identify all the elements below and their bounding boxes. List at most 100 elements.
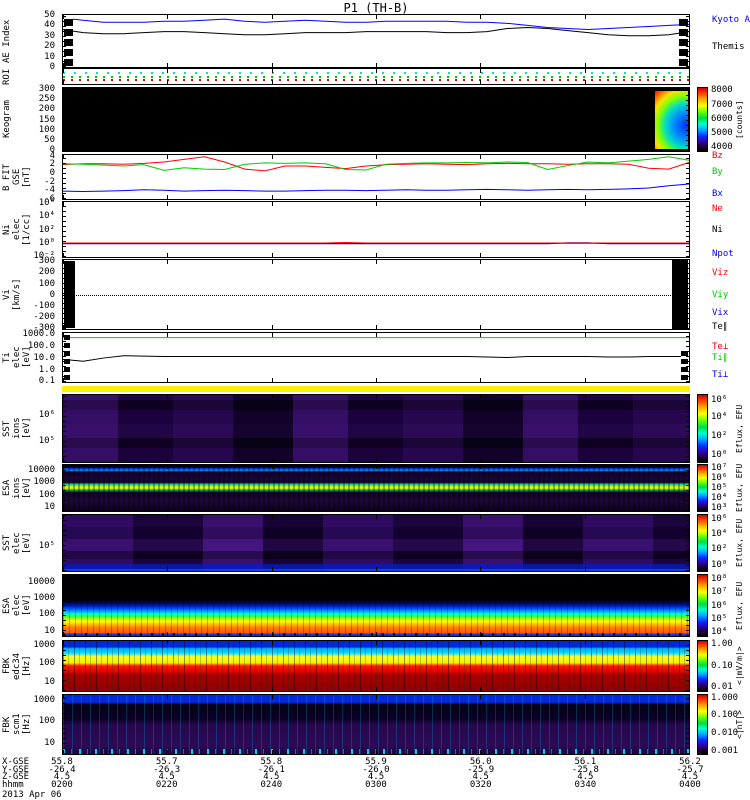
x-tick-mark [480, 567, 482, 571]
tick-label: 10 [44, 52, 55, 63]
tick-label: 10 [44, 737, 55, 748]
legend-label: Kyoto AE [712, 15, 750, 26]
x-tick-mark [167, 15, 169, 19]
x-tick-mark [584, 260, 586, 264]
x-tick-mark [63, 147, 64, 151]
tick-label: 10 [44, 625, 55, 636]
velocity-zero-line [63, 294, 689, 296]
temperature-legend: Te∥ Te⊥ Ti∥ Ti⊥ [712, 322, 750, 383]
x-tick-mark [480, 147, 482, 151]
x-tick-mark [689, 202, 690, 206]
x-tick-mark [376, 147, 377, 151]
x-tick-mark [689, 567, 690, 571]
tick-label: 10⁵ [38, 435, 55, 446]
tick-label: 1.0 [38, 364, 55, 375]
legend-label: Te∥ [712, 322, 728, 333]
x-tick-mark [480, 515, 482, 519]
x-tick-mark [689, 750, 690, 754]
tick-label: 10⁶ [711, 513, 728, 524]
x-tick-mark [167, 750, 169, 754]
x-tick-mark [271, 15, 273, 19]
x-tick-mark [480, 253, 482, 257]
x-tick-mark [167, 333, 169, 337]
legend-label: Bz [712, 150, 723, 161]
x-tick-mark [584, 15, 586, 19]
tick-label: 300 [38, 83, 55, 94]
panel-temperature: Ti elec [eV] 1000.0 100.0 10.0 1.0 0.1 Te∥ Te… [0, 322, 750, 386]
sst-ions-colorbar-unit: Eflux, EFU [735, 404, 744, 453]
x-tick-mark [376, 253, 377, 257]
x-tick-mark [480, 15, 482, 19]
x-tick-mark [63, 260, 64, 264]
tick-label: 10⁴ [711, 412, 728, 423]
tick-label: 10² [711, 544, 728, 555]
x-tick-mark [63, 575, 64, 579]
tick-label: 10⁵ [38, 540, 55, 551]
panel-sst-elec: SST elec [eV] 10⁵ [0, 514, 750, 572]
x-tick-mark [63, 515, 64, 519]
tick-label: 10⁰ [711, 449, 728, 460]
x-tick-mark [480, 80, 482, 84]
x-tick-mark [376, 325, 377, 329]
x-tick-mark [271, 458, 273, 462]
tick-label: 50 [44, 135, 55, 146]
x-tick-mark [167, 465, 169, 469]
tick-label: 20 [44, 41, 55, 52]
x-tick-mark [271, 260, 273, 264]
temperature-gap-left [64, 334, 70, 381]
tick-label: 10⁴ [38, 211, 55, 222]
x-tick-mark [167, 195, 169, 199]
panel-fbk-edc: FBK edc34 [Hz] 1000 100 10 [0, 640, 750, 692]
x-tick-mark [689, 458, 690, 462]
x-tick-mark [376, 465, 377, 469]
x-tick-mark [689, 63, 690, 67]
ae-lines [63, 15, 689, 67]
x-tick-mark [63, 465, 64, 469]
x-tick-mark [271, 155, 273, 159]
x-tick-mark [167, 63, 169, 67]
x-tick-mark [63, 69, 64, 73]
x-tick-mark [167, 575, 169, 579]
axis-row-label: hhmm [2, 779, 24, 790]
x-tick-mark [584, 155, 586, 159]
axis-row-hhmm: hhmm 0200 0220 0240 0300 0320 0340 0400 [2, 780, 701, 790]
x-tick-mark [584, 750, 586, 754]
tick-label: 10 [44, 502, 55, 513]
panel-bfit: B FIT GSE [nT] 4 2 0 -2 -4 -6 Bz By Bx [0, 150, 750, 204]
x-tick-mark [584, 632, 586, 636]
x-tick-mark [480, 458, 482, 462]
x-tick-mark [167, 695, 169, 699]
x-tick-mark [480, 632, 482, 636]
x-tick-mark [271, 695, 273, 699]
esa-elec-yticks: 10000 1000 100 10 [0, 574, 58, 637]
x-tick-mark [480, 750, 482, 754]
x-tick-mark [689, 155, 690, 159]
x-tick-mark [63, 507, 64, 511]
fbk-edc-spectrogram [62, 640, 690, 692]
axis-value: 0200 [51, 779, 73, 790]
x-tick-mark [584, 333, 586, 337]
x-tick-mark [376, 15, 377, 19]
x-tick-mark [63, 15, 64, 19]
panel-roi: ROI [0, 68, 750, 85]
x-tick-mark [480, 465, 482, 469]
x-tick-mark [167, 507, 169, 511]
x-tick-mark [167, 69, 169, 73]
x-tick-mark [689, 15, 690, 19]
x-tick-mark [63, 202, 64, 206]
x-tick-mark [689, 507, 690, 511]
x-tick-mark [63, 333, 64, 337]
x-tick-mark [376, 458, 377, 462]
x-tick-mark [689, 147, 690, 151]
x-tick-mark [271, 575, 273, 579]
tick-label: 10⁸ [711, 574, 728, 585]
tick-label: 10⁰ [38, 238, 55, 249]
esa-elec-colorbar-unit: Eflux, EFU [735, 581, 744, 630]
x-tick-mark [584, 458, 586, 462]
x-tick-mark [480, 69, 482, 73]
colorbar-esa-elec: 10⁸ 10⁷ 10⁶ 10⁵ 10⁴ Eflux, EFU [695, 574, 750, 637]
x-tick-mark [584, 325, 586, 329]
x-tick-mark [376, 378, 377, 382]
x-tick-mark [584, 253, 586, 257]
x-tick-mark [480, 575, 482, 579]
